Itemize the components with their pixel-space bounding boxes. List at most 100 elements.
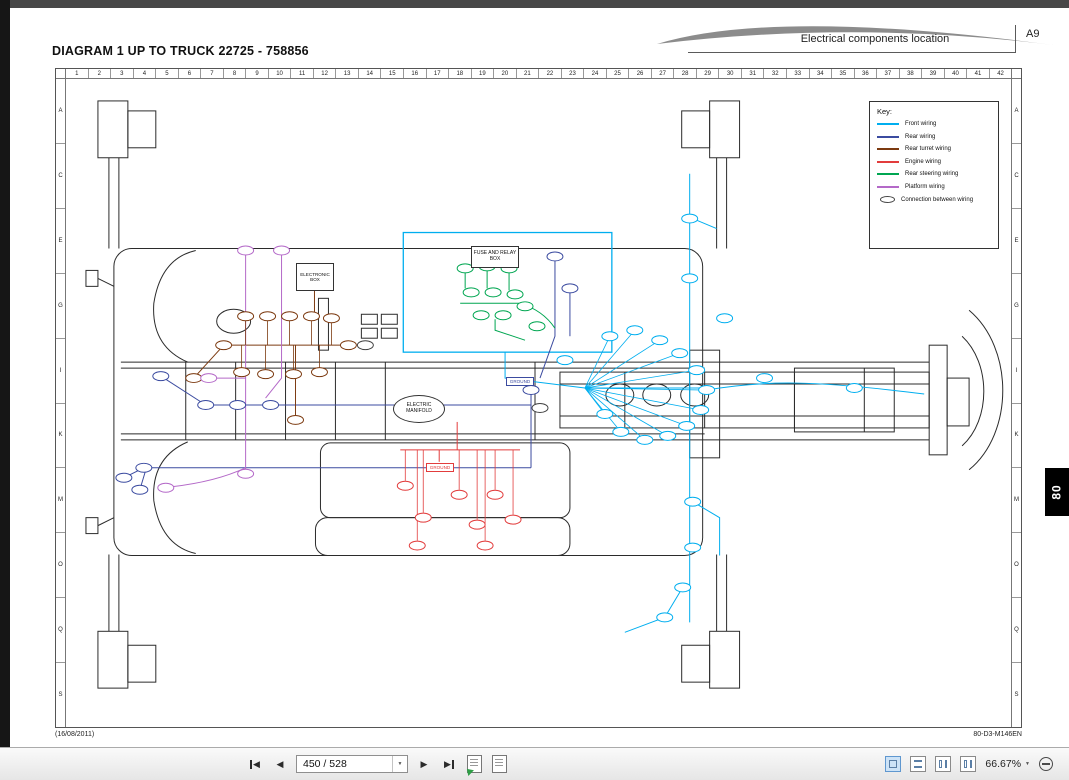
key-item-label: Front wiring: [905, 121, 937, 127]
ruler-top: 1 2 3 4 5 6 7 8 9 10 11 12 13 14 15 16 17 18 19 20 21 22 23 24 2…: [66, 69, 1011, 79]
previous-view-icon: [463, 755, 482, 776]
ruler-row-label: Q: [56, 597, 65, 662]
ruler-row-label: S: [56, 662, 65, 727]
ruler-row-label: A: [58, 107, 63, 114]
ruler-column-label: 17: [425, 69, 449, 78]
view-two-page-scroll-button[interactable]: [960, 756, 977, 772]
view-two-page-button[interactable]: [935, 756, 952, 772]
ruler-row-label: I: [1012, 337, 1021, 403]
ruler-row-label: E: [1012, 207, 1021, 273]
next-page-button[interactable]: ▶: [415, 755, 433, 773]
ruler-row-label: O: [56, 532, 65, 597]
key-item: Rear wiring: [877, 134, 991, 140]
two-page-icon: [945, 760, 948, 768]
key-item: Front wiring: [877, 121, 991, 127]
ruler-column-label: 38: [898, 69, 922, 78]
ruler-row-label: E: [56, 207, 65, 273]
key-item: Engine wiring: [877, 159, 991, 165]
previous-view-button[interactable]: [463, 755, 483, 776]
ruler-column-label: 22: [538, 69, 561, 78]
ruler-column-label: 4: [132, 69, 156, 78]
page-title: DIAGRAM 1 UP TO TRUCK 22725 - 758856: [52, 44, 309, 58]
ruler-column-label: 36: [853, 69, 877, 78]
ruler-column-label: 32: [763, 69, 786, 78]
key-line-swatch: [877, 135, 899, 138]
key-item: Connection between wiring: [877, 196, 991, 203]
ruler-column-label: 37: [876, 69, 899, 78]
ruler-column-label: 19: [470, 69, 494, 78]
ruler-column-label: 20: [493, 69, 516, 78]
ruler-column-label: 5: [155, 69, 178, 78]
key-line-swatch: [877, 160, 899, 163]
view-continuous-button[interactable]: [910, 756, 927, 772]
view-single-page-button[interactable]: [885, 756, 902, 772]
ruler-column-label: 10: [267, 69, 291, 78]
window-left-bar: [0, 0, 10, 748]
key-item: Platform wiring: [877, 184, 991, 190]
ruler-column-label: 21: [515, 69, 539, 78]
ruler-column-label: 23: [560, 69, 584, 78]
zoom-level-display[interactable]: 66.67% ▼: [985, 758, 1030, 770]
single-page-icon: [889, 760, 898, 768]
electric-manifold-label: ELECTRIC MANIFOLD: [393, 395, 445, 423]
key-item-label: Platform wiring: [905, 183, 945, 190]
zoom-dropdown-caret-icon: ▼: [1025, 761, 1030, 767]
header-divider-line: [1015, 25, 1016, 53]
previous-page-button[interactable]: ◀: [271, 755, 289, 773]
ruler-column-label: 34: [808, 69, 832, 78]
ruler-column-label: 9: [245, 69, 268, 78]
ruler-corner-left: [56, 69, 66, 79]
corner-code: A9: [1026, 28, 1040, 40]
ruler-column-label: 6: [177, 69, 201, 78]
ruler-row-label: K: [1012, 402, 1021, 468]
key-oval-symbol: [880, 196, 895, 203]
ruler-left: A CEGIKMOQS: [56, 79, 66, 727]
diagram-sheet: 1 2 3 4 5 6 7 8 9 10 11 12 13 14 15 16 17 18 19 20 21 22 23 24 2…: [55, 68, 1022, 728]
ruler-right: A CEGIKMOQS: [1011, 79, 1021, 727]
two-page-scroll-icon: [964, 760, 968, 768]
ruler-column-label: 25: [605, 69, 629, 78]
ruler-row-label: G: [56, 272, 65, 338]
key-item: Rear steering wiring: [877, 171, 991, 177]
next-view-icon: [491, 755, 507, 773]
legend-box: Key: Front wiring Rear wiring Rear turret …: [869, 101, 999, 249]
two-page-scroll-icon: [970, 760, 973, 768]
page-number-input[interactable]: 450 / 528 ▼: [296, 755, 408, 773]
ruler-column-label: 24: [583, 69, 606, 78]
ruler-row-label: K: [56, 402, 65, 468]
ruler-column-label: 3: [110, 69, 133, 78]
first-page-icon: [250, 759, 253, 769]
two-page-icon: [939, 760, 943, 768]
ruler-row-label: Q: [1012, 597, 1021, 662]
ruler-column-label: 39: [921, 69, 944, 78]
ruler-row-label: C: [56, 142, 65, 208]
ruler-column-label: 41: [966, 69, 989, 78]
electronic-box-label: ELECTRONIC BOX: [296, 263, 334, 291]
ruler-column-label: 29: [695, 69, 719, 78]
ruler-column-label: 16: [402, 69, 426, 78]
page-number-value: 450 / 528: [303, 758, 347, 770]
ruler-row-label: M: [56, 467, 65, 532]
last-page-button[interactable]: ▶: [440, 755, 458, 773]
next-view-button[interactable]: [490, 755, 508, 773]
ruler-row-label: G: [1012, 272, 1021, 338]
first-page-button[interactable]: ◀: [246, 755, 264, 773]
legend-title: Key:: [877, 107, 893, 116]
key-line-swatch: [877, 185, 899, 188]
chapter-tab-label: 80: [1049, 484, 1064, 500]
ruler-column-label: 8: [222, 69, 246, 78]
pdf-viewer-window: { "header": { "page_title": "DIAGRAM 1 U…: [0, 0, 1069, 780]
ruler-column-label: 33: [786, 69, 809, 78]
ruler-column-label: 15: [380, 69, 403, 78]
diagram-area: Key: Front wiring Rear wiring Rear turret …: [66, 79, 1011, 727]
ruler-column-label: 1: [75, 70, 79, 77]
chapter-tab: 80: [1045, 468, 1069, 516]
key-list: Front wiring Rear wiring Rear turret wirin…: [877, 121, 991, 203]
page-dropdown-caret-icon[interactable]: ▼: [392, 756, 407, 772]
zoom-out-button[interactable]: [1039, 757, 1053, 771]
ruler-row-label: I: [56, 337, 65, 403]
view-zoom-controls: 66.67% ▼: [885, 748, 1053, 780]
ruler-column-label: 30: [718, 69, 741, 78]
continuous-page-icon: [914, 766, 923, 768]
ruler-column-label: 31: [740, 69, 764, 78]
